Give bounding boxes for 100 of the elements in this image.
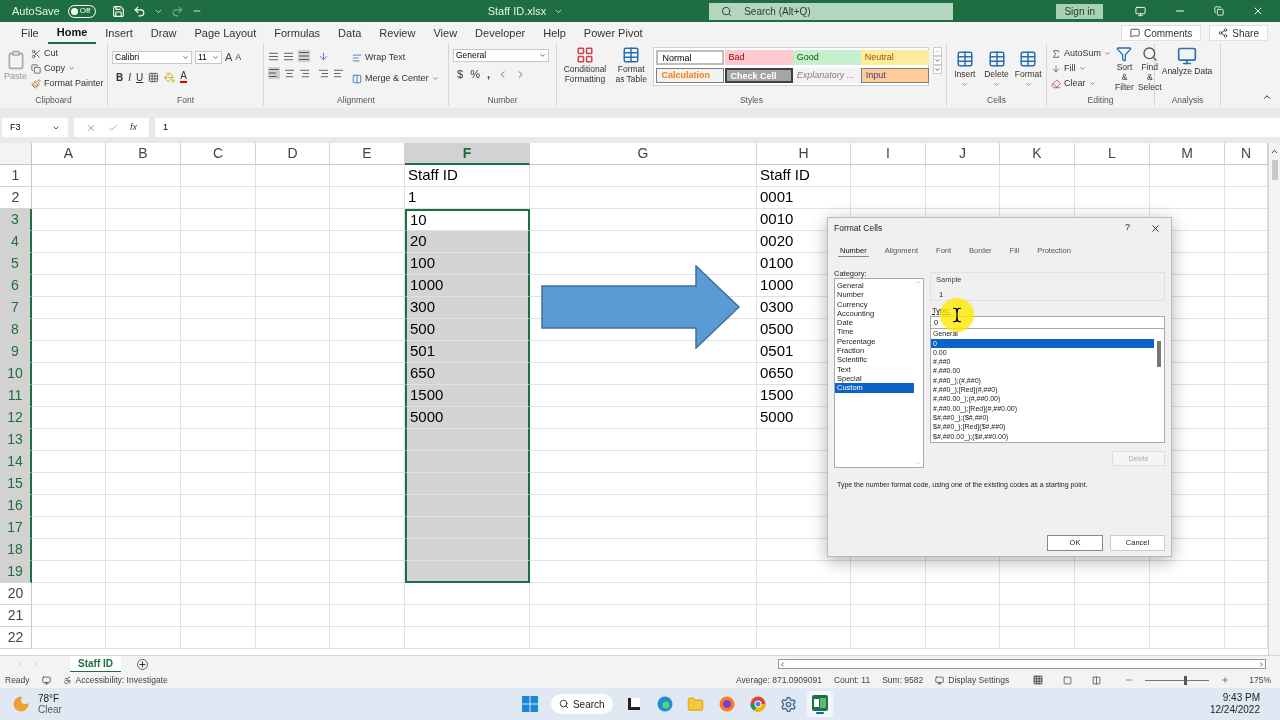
menu-tab[interactable]: Developer — [466, 22, 535, 44]
analyze-data-button[interactable]: Analyze Data — [1159, 46, 1215, 76]
cells-button[interactable]: Delete — [982, 46, 1011, 88]
menu-tab[interactable]: Power Pivot — [574, 22, 652, 44]
scroll-left-icon[interactable] — [779, 660, 786, 668]
row-header[interactable]: 16 — [0, 495, 32, 517]
formula-input[interactable]: 1 — [155, 118, 1280, 137]
cancel-icon[interactable] — [86, 122, 96, 133]
menu-tab[interactable]: Data — [329, 22, 371, 44]
row-header[interactable]: 4 — [0, 231, 32, 253]
search-field[interactable]: Search (Alt+Q) — [709, 2, 954, 20]
bottom-align-icon[interactable] — [298, 50, 310, 62]
align-center-icon[interactable] — [284, 67, 295, 79]
row-header[interactable]: 11 — [0, 385, 32, 407]
row-header[interactable]: 3 — [0, 209, 32, 231]
cell-style[interactable]: Good — [792, 50, 861, 65]
close-icon[interactable] — [1252, 5, 1264, 17]
row-header[interactable]: 1 — [0, 165, 32, 187]
format-as-table-button[interactable]: Format as Table — [612, 46, 650, 84]
page-break-icon[interactable] — [1092, 675, 1102, 685]
restore-icon[interactable] — [1214, 6, 1224, 16]
indent-icon[interactable] — [333, 67, 344, 79]
column-header[interactable]: N — [1225, 143, 1268, 165]
autosum-button[interactable]: AutoSum — [1051, 46, 1112, 61]
menu-tab[interactable]: Page Layout — [185, 22, 266, 44]
row-header[interactable]: 5 — [0, 253, 32, 275]
row-header[interactable]: 17 — [0, 517, 32, 539]
font-color-button[interactable]: A — [180, 71, 187, 83]
italic-button[interactable]: I — [128, 69, 131, 85]
scrollbar-thumb[interactable] — [1271, 160, 1278, 180]
column-header[interactable]: E — [330, 143, 405, 165]
column-header[interactable]: M — [1150, 143, 1225, 165]
sign-in-button[interactable]: Sign in — [1056, 3, 1103, 19]
indent-icon[interactable] — [318, 67, 329, 79]
column-header[interactable]: C — [181, 143, 256, 165]
orientation-icon[interactable] — [318, 50, 329, 62]
collapse-ribbon-icon[interactable] — [1262, 92, 1272, 102]
comments-button[interactable]: Comments — [1120, 25, 1202, 41]
column-header[interactable]: A — [32, 143, 106, 165]
row-header[interactable]: 12 — [0, 407, 32, 429]
row-header[interactable]: 13 — [0, 429, 32, 451]
column-header[interactable]: I — [851, 143, 926, 165]
menu-tab[interactable]: Formulas — [265, 22, 330, 44]
row-header[interactable]: 10 — [0, 363, 32, 385]
menu-tab[interactable]: Review — [370, 22, 425, 44]
font-size-field[interactable]: 11 — [195, 50, 222, 64]
spreadsheet-app-icon[interactable] — [806, 691, 833, 717]
macro-icon[interactable] — [41, 675, 51, 685]
sheet-tab[interactable]: Staff ID — [70, 655, 121, 673]
percent-button[interactable]: % — [470, 66, 480, 83]
name-box[interactable]: F3 — [2, 118, 68, 137]
row-header[interactable]: 14 — [0, 451, 32, 473]
row-header[interactable]: 21 — [0, 605, 32, 627]
number-format-field[interactable]: General — [453, 49, 549, 62]
cells-button[interactable]: Insert — [951, 46, 979, 88]
cell-style[interactable]: Explanatory ... — [792, 68, 861, 83]
ribbon-display-icon[interactable] — [1135, 5, 1146, 17]
column-header[interactable]: K — [1000, 143, 1075, 165]
help-button[interactable]: ? — [1125, 221, 1130, 235]
menu-tab[interactable]: Draw — [141, 22, 186, 44]
row-header[interactable]: 6 — [0, 275, 32, 297]
row-header[interactable]: 19 — [0, 561, 32, 583]
row-header[interactable]: 8 — [0, 319, 32, 341]
accessibility-status[interactable]: Accessibility: Investigate — [62, 673, 168, 687]
undo-icon[interactable] — [132, 4, 146, 18]
row-header[interactable]: 18 — [0, 539, 32, 561]
borders-icon[interactable] — [148, 71, 160, 83]
scroll-down-icon[interactable] — [933, 56, 942, 65]
column-header[interactable]: J — [926, 143, 1000, 165]
column-header[interactable]: F — [405, 143, 530, 165]
scrollbar-thumb[interactable] — [1157, 341, 1161, 368]
currency-button[interactable]: $ — [457, 66, 464, 83]
save-icon[interactable] — [111, 4, 125, 18]
scroll-up-icon[interactable] — [1270, 147, 1279, 156]
cell-style[interactable]: Input — [860, 68, 929, 83]
font-name-field[interactable]: Calibri — [112, 50, 192, 64]
insert-function-button[interactable]: fx — [130, 120, 137, 135]
wrap-text-button[interactable]: Wrap Text — [352, 50, 439, 65]
column-header[interactable]: H — [757, 143, 851, 165]
fill-color-icon[interactable] — [164, 71, 176, 83]
cell-style[interactable]: Neutral — [860, 50, 929, 65]
column-header[interactable]: L — [1075, 143, 1150, 165]
row-header[interactable]: 15 — [0, 473, 32, 495]
top-align-icon[interactable] — [268, 50, 279, 62]
cut-button[interactable]: Cut — [31, 46, 104, 61]
row-header[interactable]: 22 — [0, 627, 32, 649]
page-layout-icon[interactable] — [1063, 675, 1073, 685]
column-header[interactable]: G — [530, 143, 757, 165]
conditional-formatting-button[interactable]: Conditional Formatting — [561, 46, 609, 84]
add-sheet-icon[interactable] — [137, 658, 148, 670]
taskbar-search[interactable]: Search — [550, 694, 613, 714]
merge-center-button[interactable]: Merge & Center — [352, 71, 439, 86]
cells-button[interactable]: Format — [1014, 46, 1042, 88]
align-right-icon[interactable] — [299, 67, 310, 79]
zoom-in-icon[interactable] — [1221, 676, 1230, 684]
fill-button[interactable]: Fill — [1051, 61, 1112, 76]
align-left-icon[interactable] — [268, 67, 280, 79]
close-icon[interactable] — [1150, 222, 1161, 234]
cell-style[interactable]: Normal — [656, 50, 725, 65]
cell-style[interactable]: Bad — [724, 50, 793, 65]
